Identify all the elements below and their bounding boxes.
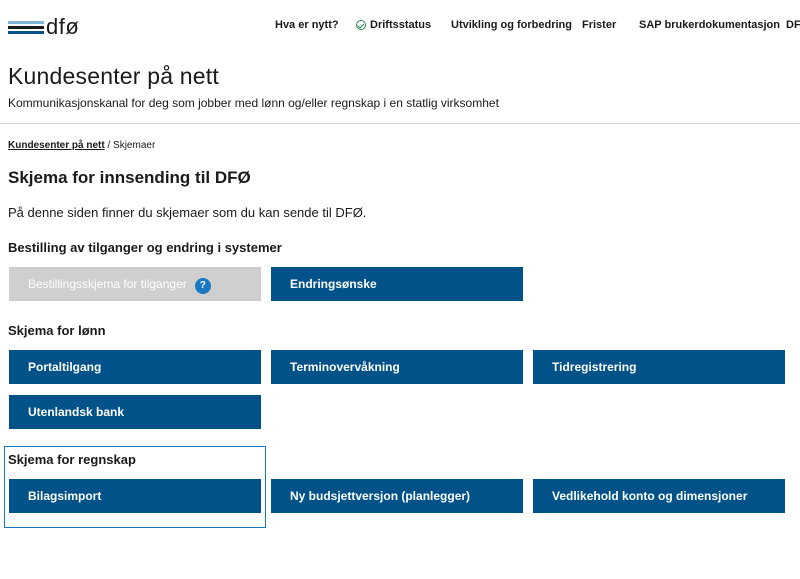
breadcrumb-separator: /: [104, 140, 114, 151]
page-intro: På denne siden finner du skjemaer som du…: [8, 205, 367, 220]
breadcrumb: Kundesenter på nett / Skjemaer: [8, 140, 155, 151]
logo-text: dfø: [46, 14, 80, 39]
page-title: Skjema for innsending til DFØ: [8, 168, 251, 187]
nav-driftsstatus-label: Driftsstatus: [370, 19, 432, 31]
nav-df[interactable]: DF: [786, 19, 800, 31]
check-circle-icon: [356, 20, 366, 30]
section-heading-tilganger: Bestilling av tilganger og endring i sys…: [8, 240, 282, 255]
bestillingsskjema-tilganger-label: Bestillingsskjema for tilganger: [28, 277, 187, 291]
question-circle-icon[interactable]: ?: [194, 278, 211, 294]
terminovervakning-button[interactable]: Terminovervåkning: [271, 350, 523, 384]
ny-budsjettversjon-button[interactable]: Ny budsjettversjon (planlegger): [271, 479, 523, 513]
site-subtitle: Kommunikasjonskanal for deg som jobber m…: [8, 96, 499, 110]
bestillingsskjema-tilganger-button[interactable]: Bestillingsskjema for tilganger?: [9, 267, 261, 301]
breadcrumb-home-link[interactable]: Kundesenter på nett: [8, 140, 105, 151]
section-heading-regnskap: Skjema for regnskap: [8, 452, 136, 467]
dfo-logo[interactable]: dfø: [8, 14, 80, 40]
header-divider: [0, 123, 800, 124]
top-navigation: dfø Hva er nytt? Driftsstatus Utvikling …: [0, 0, 800, 50]
nav-frister[interactable]: Frister: [582, 19, 616, 31]
bilagsimport-button[interactable]: Bilagsimport: [9, 479, 261, 513]
portaltilgang-button[interactable]: Portaltilgang: [9, 350, 261, 384]
tidregistrering-button[interactable]: Tidregistrering: [533, 350, 785, 384]
nav-sap-brukerdokumentasjon[interactable]: SAP brukerdokumentasjon: [639, 19, 780, 31]
endringsonske-button[interactable]: Endringsønske: [271, 267, 523, 301]
breadcrumb-current: Skjemaer: [113, 140, 156, 151]
nav-utvikling-og-forbedring[interactable]: Utvikling og forbedring: [451, 19, 572, 31]
logo-bars-icon: [8, 21, 44, 36]
section-heading-lonn: Skjema for lønn: [8, 323, 106, 338]
nav-hva-er-nytt[interactable]: Hva er nytt?: [275, 19, 339, 31]
vedlikehold-konto-button[interactable]: Vedlikehold konto og dimensjoner: [533, 479, 785, 513]
site-title: Kundesenter på nett: [8, 63, 219, 89]
utenlandsk-bank-button[interactable]: Utenlandsk bank: [9, 395, 261, 429]
nav-driftsstatus[interactable]: Driftsstatus: [356, 19, 431, 31]
